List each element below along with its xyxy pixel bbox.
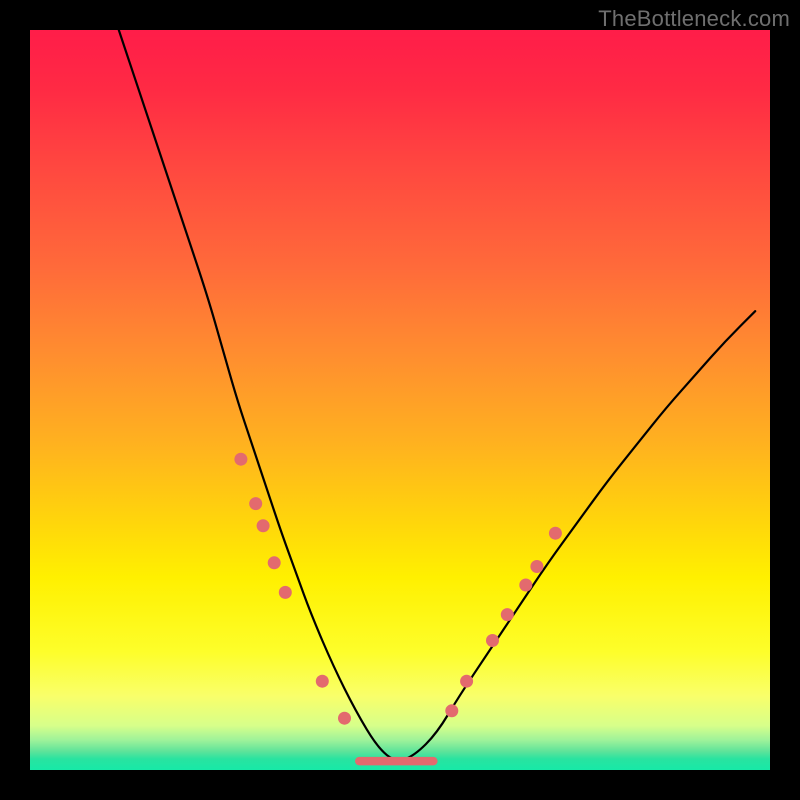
chart-svg <box>30 30 770 770</box>
curve-marker <box>445 704 458 717</box>
curve-markers <box>234 453 562 725</box>
plot-area <box>30 30 770 770</box>
bottleneck-curve <box>119 30 755 760</box>
curve-marker <box>486 634 499 647</box>
curve-marker <box>257 519 270 532</box>
curve-marker <box>519 579 532 592</box>
curve-marker <box>501 608 514 621</box>
curve-marker <box>338 712 351 725</box>
curve-marker <box>316 675 329 688</box>
curve-marker <box>249 497 262 510</box>
curve-marker <box>530 560 543 573</box>
curve-marker <box>234 453 247 466</box>
curve-marker <box>279 586 292 599</box>
watermark-text: TheBottleneck.com <box>598 6 790 32</box>
curve-marker <box>460 675 473 688</box>
chart-frame: TheBottleneck.com <box>0 0 800 800</box>
curve-marker <box>268 556 281 569</box>
curve-marker <box>549 527 562 540</box>
